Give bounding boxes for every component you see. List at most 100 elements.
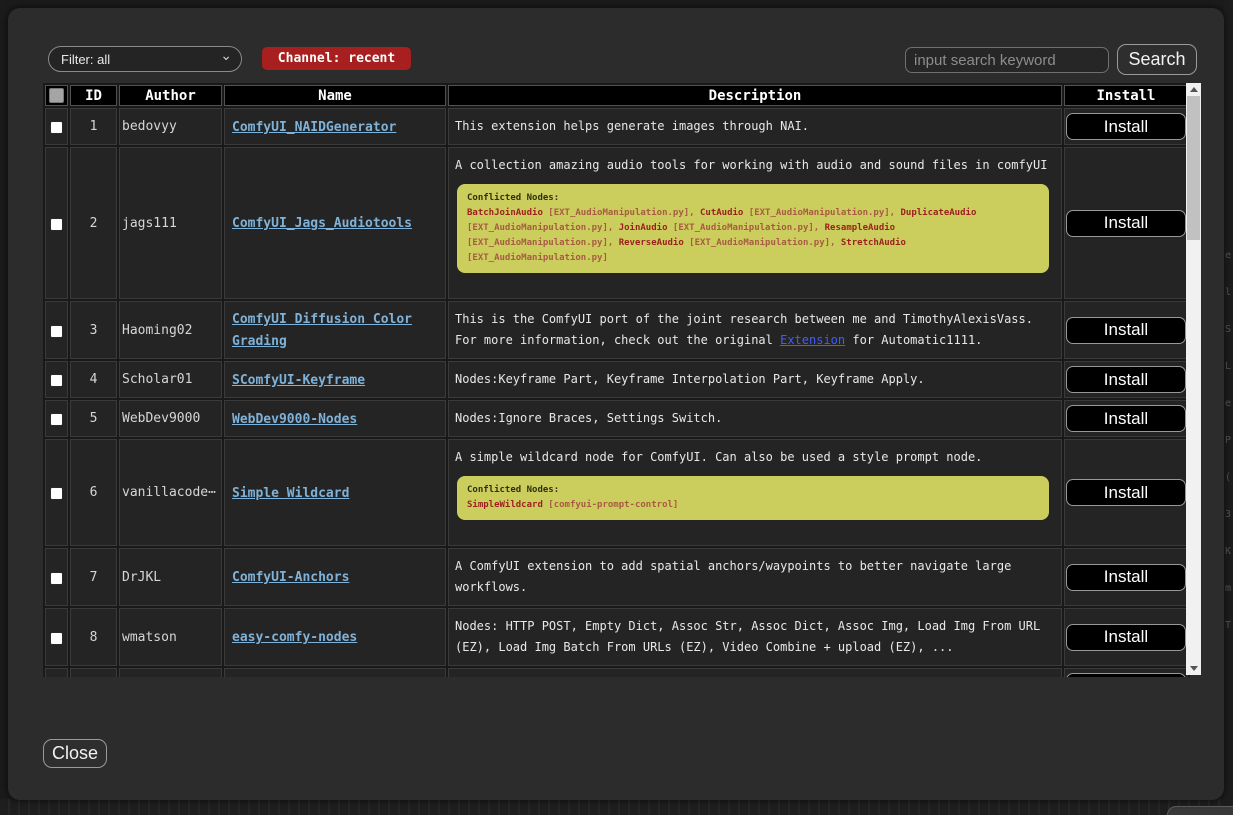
extension-author: wmatson xyxy=(119,608,222,666)
extension-description: This extension helps generate images thr… xyxy=(448,108,1062,145)
menu-fragment-glyph: S xyxy=(1225,324,1231,335)
extension-author: SoftMeng xyxy=(119,668,222,677)
menu-fragment-glyph: 3 xyxy=(1225,509,1231,520)
row-checkbox[interactable] xyxy=(50,572,63,585)
install-button[interactable]: Install xyxy=(1066,210,1186,237)
row-checkbox[interactable] xyxy=(50,325,63,338)
install-button[interactable]: Install xyxy=(1066,405,1186,432)
extension-row: 2 jags111 ComfyUI_Jags_Audiotools A coll… xyxy=(45,147,1188,299)
extension-name-link[interactable]: ComfyUI-Anchors xyxy=(232,570,349,585)
extension-id: 7 xyxy=(70,548,117,606)
extension-description: This is the ComfyUI port of the joint re… xyxy=(448,301,1062,359)
conflicted-nodes-list: BatchJoinAudio [EXT_AudioManipulation.py… xyxy=(467,208,976,263)
extension-description: Nodes: ComfyUI Mexx Styler, ComfyUI Mexx… xyxy=(448,668,1062,677)
extension-table-body: 1 bedovyy ComfyUI_NAIDGenerator This ext… xyxy=(45,108,1188,677)
channel-badge-label: Channel: recent xyxy=(278,51,395,66)
extension-row: 1 bedovyy ComfyUI_NAIDGenerator This ext… xyxy=(45,108,1188,145)
install-button[interactable]: Install xyxy=(1066,564,1186,591)
menu-fragment-glyph: L xyxy=(1225,361,1231,372)
extension-description: A simple wildcard node for ComfyUI. Can … xyxy=(448,439,1062,546)
extension-row: 4 Scholar01 SComfyUI-Keyframe Nodes:Keyf… xyxy=(45,361,1188,398)
table-header-row: ID Author Name Description Install xyxy=(45,85,1188,106)
extension-id: 5 xyxy=(70,400,117,437)
extension-description: A ComfyUI extension to add spatial ancho… xyxy=(448,548,1062,606)
extension-name-link[interactable]: WebDev9000-Nodes xyxy=(232,412,357,427)
menu-fragment-glyph: l xyxy=(1225,287,1231,298)
install-button[interactable]: Install xyxy=(1066,366,1186,393)
close-button[interactable]: Close xyxy=(43,739,107,768)
extension-author: vanillacode⋯ xyxy=(119,439,222,546)
extension-table-zone: ID Author Name Description Install 1 bed… xyxy=(43,83,1203,677)
extension-name-link[interactable]: ComfyUI_NAIDGenerator xyxy=(232,120,396,135)
filter-select-wrap: Filter: all ⌄ xyxy=(48,46,242,72)
header-install: Install xyxy=(1064,85,1188,106)
extension-row: 8 wmatson easy-comfy-nodes Nodes: HTTP P… xyxy=(45,608,1188,666)
extension-author: Haoming02 xyxy=(119,301,222,359)
row-checkbox[interactable] xyxy=(50,374,63,387)
conflicted-nodes-title: Conflicted Nodes: xyxy=(467,191,1039,206)
row-checkbox[interactable] xyxy=(50,487,63,500)
extension-id: 1 xyxy=(70,108,117,145)
row-checkbox[interactable] xyxy=(50,413,63,426)
install-button[interactable]: Install xyxy=(1066,317,1186,344)
extension-id: 9 xyxy=(70,668,117,677)
extension-name-link[interactable]: ComfyUI Diffusion Color Grading xyxy=(232,312,412,349)
header-name: Name xyxy=(224,85,446,106)
row-checkbox[interactable] xyxy=(50,121,63,134)
comfyui-manager-screen: elSLeP(3KmT Filter: all ⌄ Channel: recen… xyxy=(0,0,1233,815)
extension-row: 6 vanillacode⋯ Simple Wildcard A simple … xyxy=(45,439,1188,546)
extension-name-link[interactable]: easy-comfy-nodes xyxy=(232,630,357,645)
extension-row: 7 DrJKL ComfyUI-Anchors A ComfyUI extens… xyxy=(45,548,1188,606)
install-custom-nodes-dialog: Filter: all ⌄ Channel: recent Search ID … xyxy=(8,8,1224,800)
extension-row: 3 Haoming02 ComfyUI Diffusion Color Grad… xyxy=(45,301,1188,359)
extension-id: 6 xyxy=(70,439,117,546)
background-canvas-strip xyxy=(0,799,1224,815)
extension-description: Nodes:Keyframe Part, Keyframe Interpolat… xyxy=(448,361,1062,398)
extension-author: jags111 xyxy=(119,147,222,299)
install-button[interactable]: Install xyxy=(1066,113,1186,140)
extension-id: 4 xyxy=(70,361,117,398)
install-button[interactable]: Install xyxy=(1066,673,1186,677)
extension-description: Nodes: HTTP POST, Empty Dict, Assoc Str,… xyxy=(448,608,1062,666)
background-menu-strip: elSLeP(3KmT xyxy=(1224,0,1233,815)
menu-fragment-glyph: K xyxy=(1225,546,1231,557)
description-text: A simple wildcard node for ComfyUI. Can … xyxy=(455,447,1055,468)
extension-author: WebDev9000 xyxy=(119,400,222,437)
header-description: Description xyxy=(448,85,1062,106)
search-button[interactable]: Search xyxy=(1117,44,1197,75)
menu-fragment-glyph: ( xyxy=(1225,472,1231,483)
description-link[interactable]: Extension xyxy=(780,333,845,347)
row-checkbox[interactable] xyxy=(50,218,63,231)
extension-name-link[interactable]: Simple Wildcard xyxy=(232,486,349,501)
extension-id: 8 xyxy=(70,608,117,666)
description-text: Nodes: ComfyUI Mexx Styler, ComfyUI Mexx… xyxy=(455,676,1055,677)
conflicted-nodes-box: Conflicted Nodes: SimpleWildcard [comfyu… xyxy=(457,476,1049,520)
extension-row: 5 WebDev9000 WebDev9000-Nodes Nodes:Igno… xyxy=(45,400,1188,437)
channel-badge: Channel: recent xyxy=(262,47,411,70)
extension-id: 3 xyxy=(70,301,117,359)
description-text: A collection amazing audio tools for wor… xyxy=(455,155,1055,176)
description-text: Nodes:Ignore Braces, Settings Switch. xyxy=(455,408,1055,429)
menu-fragment-glyph: T xyxy=(1225,620,1231,631)
scroll-down-icon[interactable] xyxy=(1186,662,1201,675)
extension-author: DrJKL xyxy=(119,548,222,606)
menu-fragment-glyph: e xyxy=(1225,398,1231,409)
table-scrollbar[interactable] xyxy=(1186,83,1201,675)
row-checkbox[interactable] xyxy=(50,632,63,645)
header-author: Author xyxy=(119,85,222,106)
extension-name-link[interactable]: SComfyUI-Keyframe xyxy=(232,373,365,388)
search-input[interactable] xyxy=(905,47,1109,73)
scrollbar-thumb[interactable] xyxy=(1187,96,1200,240)
extension-author: Scholar01 xyxy=(119,361,222,398)
conflicted-nodes-title: Conflicted Nodes: xyxy=(467,483,1039,498)
description-text: A ComfyUI extension to add spatial ancho… xyxy=(455,556,1055,598)
menu-fragment-glyph: P xyxy=(1225,435,1231,446)
install-button[interactable]: Install xyxy=(1066,624,1186,651)
scroll-up-icon[interactable] xyxy=(1186,83,1201,96)
menu-fragment-glyph: e xyxy=(1225,250,1231,261)
filter-select[interactable]: Filter: all xyxy=(48,46,242,72)
extension-name-link[interactable]: ComfyUI_Jags_Audiotools xyxy=(232,216,412,231)
select-all-checkbox[interactable] xyxy=(49,88,64,103)
background-partial-button xyxy=(1167,806,1233,815)
install-button[interactable]: Install xyxy=(1066,479,1186,506)
